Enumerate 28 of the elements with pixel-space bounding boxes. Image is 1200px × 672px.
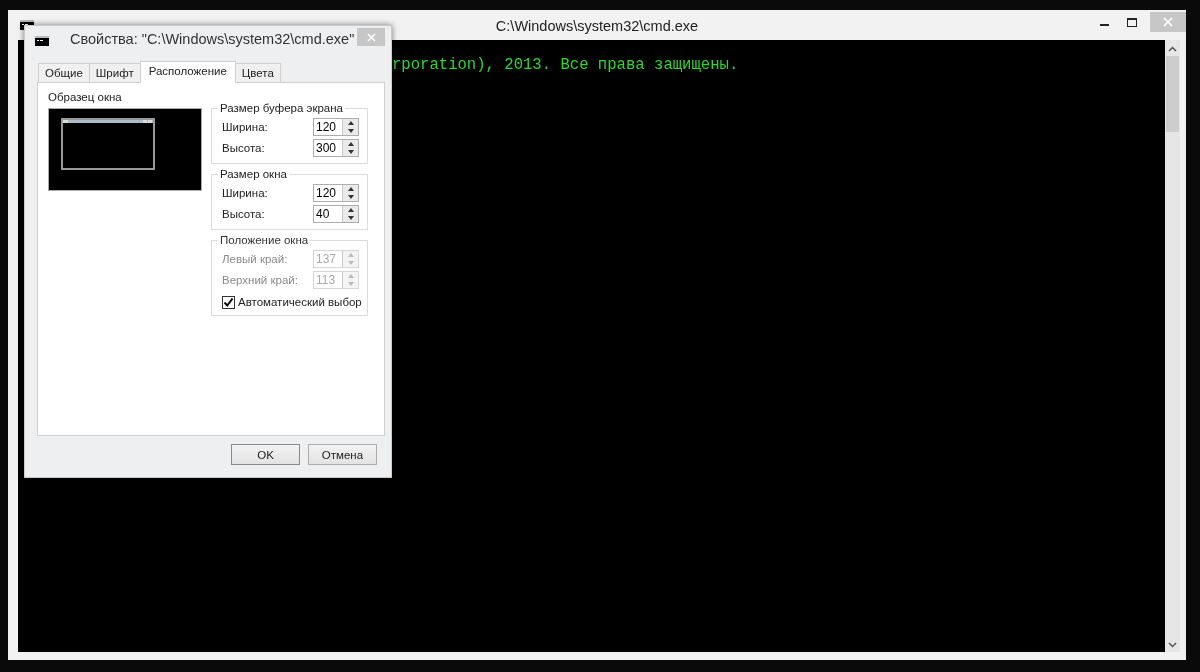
field-label: Высота:: [222, 141, 265, 154]
tab[interactable]: Расположение: [139, 61, 236, 83]
group-title: Положение окна: [219, 234, 310, 246]
tab[interactable]: Общие: [38, 63, 90, 82]
cancel-button[interactable]: Отмена: [308, 444, 377, 465]
field-label: Высота:: [222, 207, 265, 220]
scroll-down-icon: [1168, 642, 1177, 648]
group-title: Размер буфера экрана: [219, 102, 344, 114]
tab[interactable]: Шрифт: [88, 63, 141, 82]
tab[interactable]: Цвета: [234, 63, 281, 82]
scroll-up-icon: [1168, 46, 1177, 52]
field-label: Верхний край:: [222, 273, 298, 286]
field-label: Ширина:: [222, 186, 268, 199]
window-title: C:\Windows\system32\cmd.exe: [495, 17, 699, 34]
close-icon: [366, 32, 376, 42]
check-icon: [223, 296, 234, 308]
scroll-thumb[interactable]: [1166, 56, 1179, 132]
scrollbar[interactable]: [1165, 40, 1180, 652]
console-text: rporation), 2013. Все права защищены.: [392, 56, 739, 74]
console-icon: [35, 36, 49, 46]
close-icon: [1163, 17, 1173, 27]
checkbox-label: Автоматический выбор: [238, 296, 362, 308]
field-label: Левый край:: [222, 252, 288, 265]
ok-button[interactable]: OK: [231, 444, 300, 465]
section-label: Образец окна: [48, 91, 123, 103]
dialog-title: Свойства: "C:\Windows\system32\cmd.exe": [70, 31, 355, 47]
group-title: Размер окна: [219, 168, 288, 180]
field-label: Ширина:: [222, 120, 268, 133]
